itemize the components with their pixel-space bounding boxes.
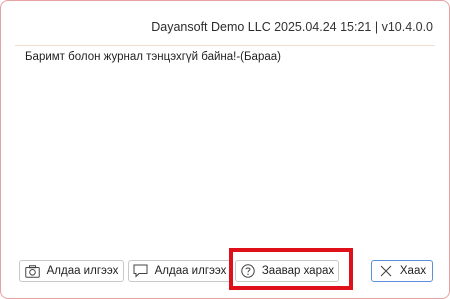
error-message: Баримт болон журнал тэнцэхгүй байна!-(Ба…: [25, 51, 281, 63]
screenshot-send-error-label: Алдаа илгээх: [46, 265, 119, 277]
send-error-button[interactable]: Алдаа илгээх: [128, 260, 231, 282]
comment-icon: [133, 263, 149, 279]
datetime-version: 2025.04.24 15:21 | v10.4.0.0: [274, 20, 433, 34]
error-dialog: Dayansoft Demo LLC 2025.04.24 15:21 | v1…: [0, 0, 450, 299]
help-button[interactable]: Заавар харах: [235, 260, 339, 282]
close-icon: [378, 263, 394, 279]
help-label: Заавар харах: [261, 265, 335, 277]
camera-icon: [25, 263, 41, 279]
send-error-label: Алдаа илгээх: [154, 265, 227, 277]
question-circle-icon: [240, 263, 256, 279]
close-label: Хаах: [399, 265, 427, 277]
close-button[interactable]: Хаах: [371, 260, 433, 282]
header-divider: [15, 45, 435, 46]
screenshot-send-error-button[interactable]: Алдаа илгээх: [19, 260, 124, 282]
dialog-header: Dayansoft Demo LLC 2025.04.24 15:21 | v1…: [1, 1, 449, 41]
